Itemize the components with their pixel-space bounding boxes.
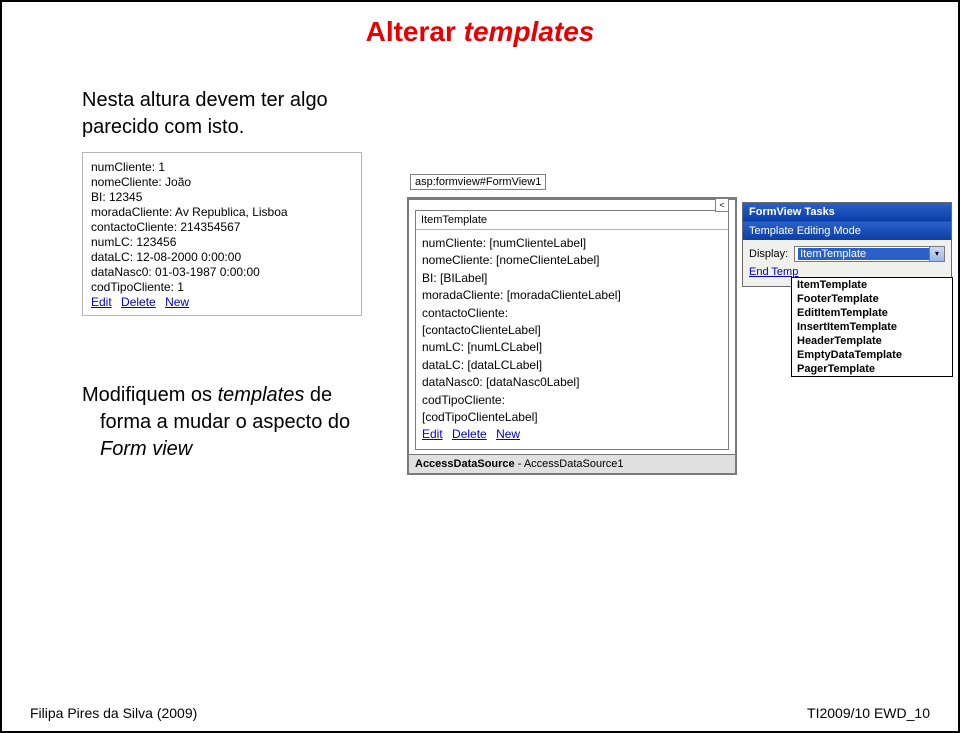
dropdown-option[interactable]: InsertItemTemplate <box>792 320 952 334</box>
instruction-line-1: Modifiquem os templates de <box>82 382 402 409</box>
display-row: Display: ItemTemplate ▾ <box>749 246 945 262</box>
delete-link[interactable]: Delete <box>452 427 487 441</box>
display-label: Display: <box>749 248 788 260</box>
display-select[interactable]: ItemTemplate ▾ <box>794 246 945 262</box>
instruction-text: Modifiquem os templates de forma a mudar… <box>82 382 402 463</box>
template-line: codTipoCliente: <box>422 392 722 409</box>
edit-link[interactable]: Edit <box>422 427 443 441</box>
template-line: [codTipoClienteLabel] <box>422 409 722 426</box>
data-row: numLC: 123456 <box>91 235 353 249</box>
display-selected: ItemTemplate <box>798 248 941 260</box>
tasks-subtitle: Template Editing Mode <box>743 221 951 240</box>
page-title: Alterar templates <box>2 16 958 48</box>
action-links: Edit Delete New <box>91 295 353 309</box>
instruction-l1a: Modifiquem os <box>82 384 218 406</box>
dropdown-option[interactable]: HeaderTemplate <box>792 334 952 348</box>
dropdown-option[interactable]: EmptyDataTemplate <box>792 348 952 362</box>
template-line: [contactoClienteLabel] <box>422 322 722 339</box>
template-header: ItemTemplate <box>416 211 728 230</box>
data-row: numCliente: 1 <box>91 160 353 174</box>
dropdown-option[interactable]: PagerTemplate <box>792 362 952 376</box>
template-dropdown-list[interactable]: ItemTemplate FooterTemplate EditItemTemp… <box>791 277 953 377</box>
delete-link[interactable]: Delete <box>121 295 156 309</box>
footer-right: TI2009/10 EWD_10 <box>807 705 930 721</box>
dropdown-option[interactable]: ItemTemplate <box>792 278 952 292</box>
datasource-bar: AccessDataSource - AccessDataSource1 <box>409 454 735 473</box>
template-body: numCliente: [numClienteLabel] nomeClient… <box>416 230 728 449</box>
data-row: BI: 12345 <box>91 190 353 204</box>
title-italic: templates <box>464 16 595 47</box>
instruction-line-3: Form view <box>82 436 402 463</box>
control-tag: asp:formview#FormView1 <box>410 174 546 190</box>
dropdown-option[interactable]: EditItemTemplate <box>792 306 952 320</box>
template-line: nomeCliente: [nomeClienteLabel] <box>422 252 722 269</box>
new-link[interactable]: New <box>496 427 520 441</box>
new-link[interactable]: New <box>165 295 189 309</box>
instruction-line-2: forma a mudar o aspecto do <box>82 409 402 436</box>
instruction-l1-italic: templates <box>218 384 305 406</box>
template-line: moradaCliente: [moradaClienteLabel] <box>422 287 722 304</box>
footer-left: Filipa Pires da Silva (2009) <box>30 705 197 721</box>
template-line: numCliente: [numClienteLabel] <box>422 235 722 252</box>
intro-text: Nesta altura devem ter algo parecido com… <box>82 87 328 141</box>
template-line: BI: [BILabel] <box>422 270 722 287</box>
formview-rendered-output: numCliente: 1 nomeCliente: João BI: 1234… <box>82 152 362 316</box>
datasource-label: AccessDataSource <box>415 458 515 470</box>
edit-link[interactable]: Edit <box>91 295 112 309</box>
data-row: nomeCliente: João <box>91 175 353 189</box>
datasource-value: - AccessDataSource1 <box>515 458 624 470</box>
template-line: dataNasc0: [dataNasc0Label] <box>422 374 722 391</box>
template-line: numLC: [numLCLabel] <box>422 339 722 356</box>
template-frame: ItemTemplate numCliente: [numClienteLabe… <box>415 210 729 450</box>
instruction-l1b: de <box>304 384 332 406</box>
data-row: dataLC: 12-08-2000 0:00:00 <box>91 250 353 264</box>
dropdown-option[interactable]: FooterTemplate <box>792 292 952 306</box>
chevron-down-icon[interactable]: ▾ <box>929 247 944 261</box>
template-action-links: Edit Delete New <box>422 426 722 443</box>
data-row: dataNasc0: 01-03-1987 0:00:00 <box>91 265 353 279</box>
tasks-title: FormView Tasks <box>743 203 951 221</box>
intro-line-1: Nesta altura devem ter algo <box>82 87 328 114</box>
formview-designer: < ItemTemplate numCliente: [numClienteLa… <box>407 197 737 475</box>
intro-line-2: parecido com isto. <box>82 114 328 141</box>
data-row: contactoCliente: 214354567 <box>91 220 353 234</box>
data-row: codTipoCliente: 1 <box>91 280 353 294</box>
smart-tag-toggle[interactable]: < <box>715 198 729 212</box>
title-plain: Alterar <box>366 16 464 47</box>
template-line: contactoCliente: <box>422 305 722 322</box>
template-line: dataLC: [dataLCLabel] <box>422 357 722 374</box>
formview-tasks-panel: FormView Tasks Template Editing Mode Dis… <box>742 202 952 287</box>
data-row: moradaCliente: Av Republica, Lisboa <box>91 205 353 219</box>
